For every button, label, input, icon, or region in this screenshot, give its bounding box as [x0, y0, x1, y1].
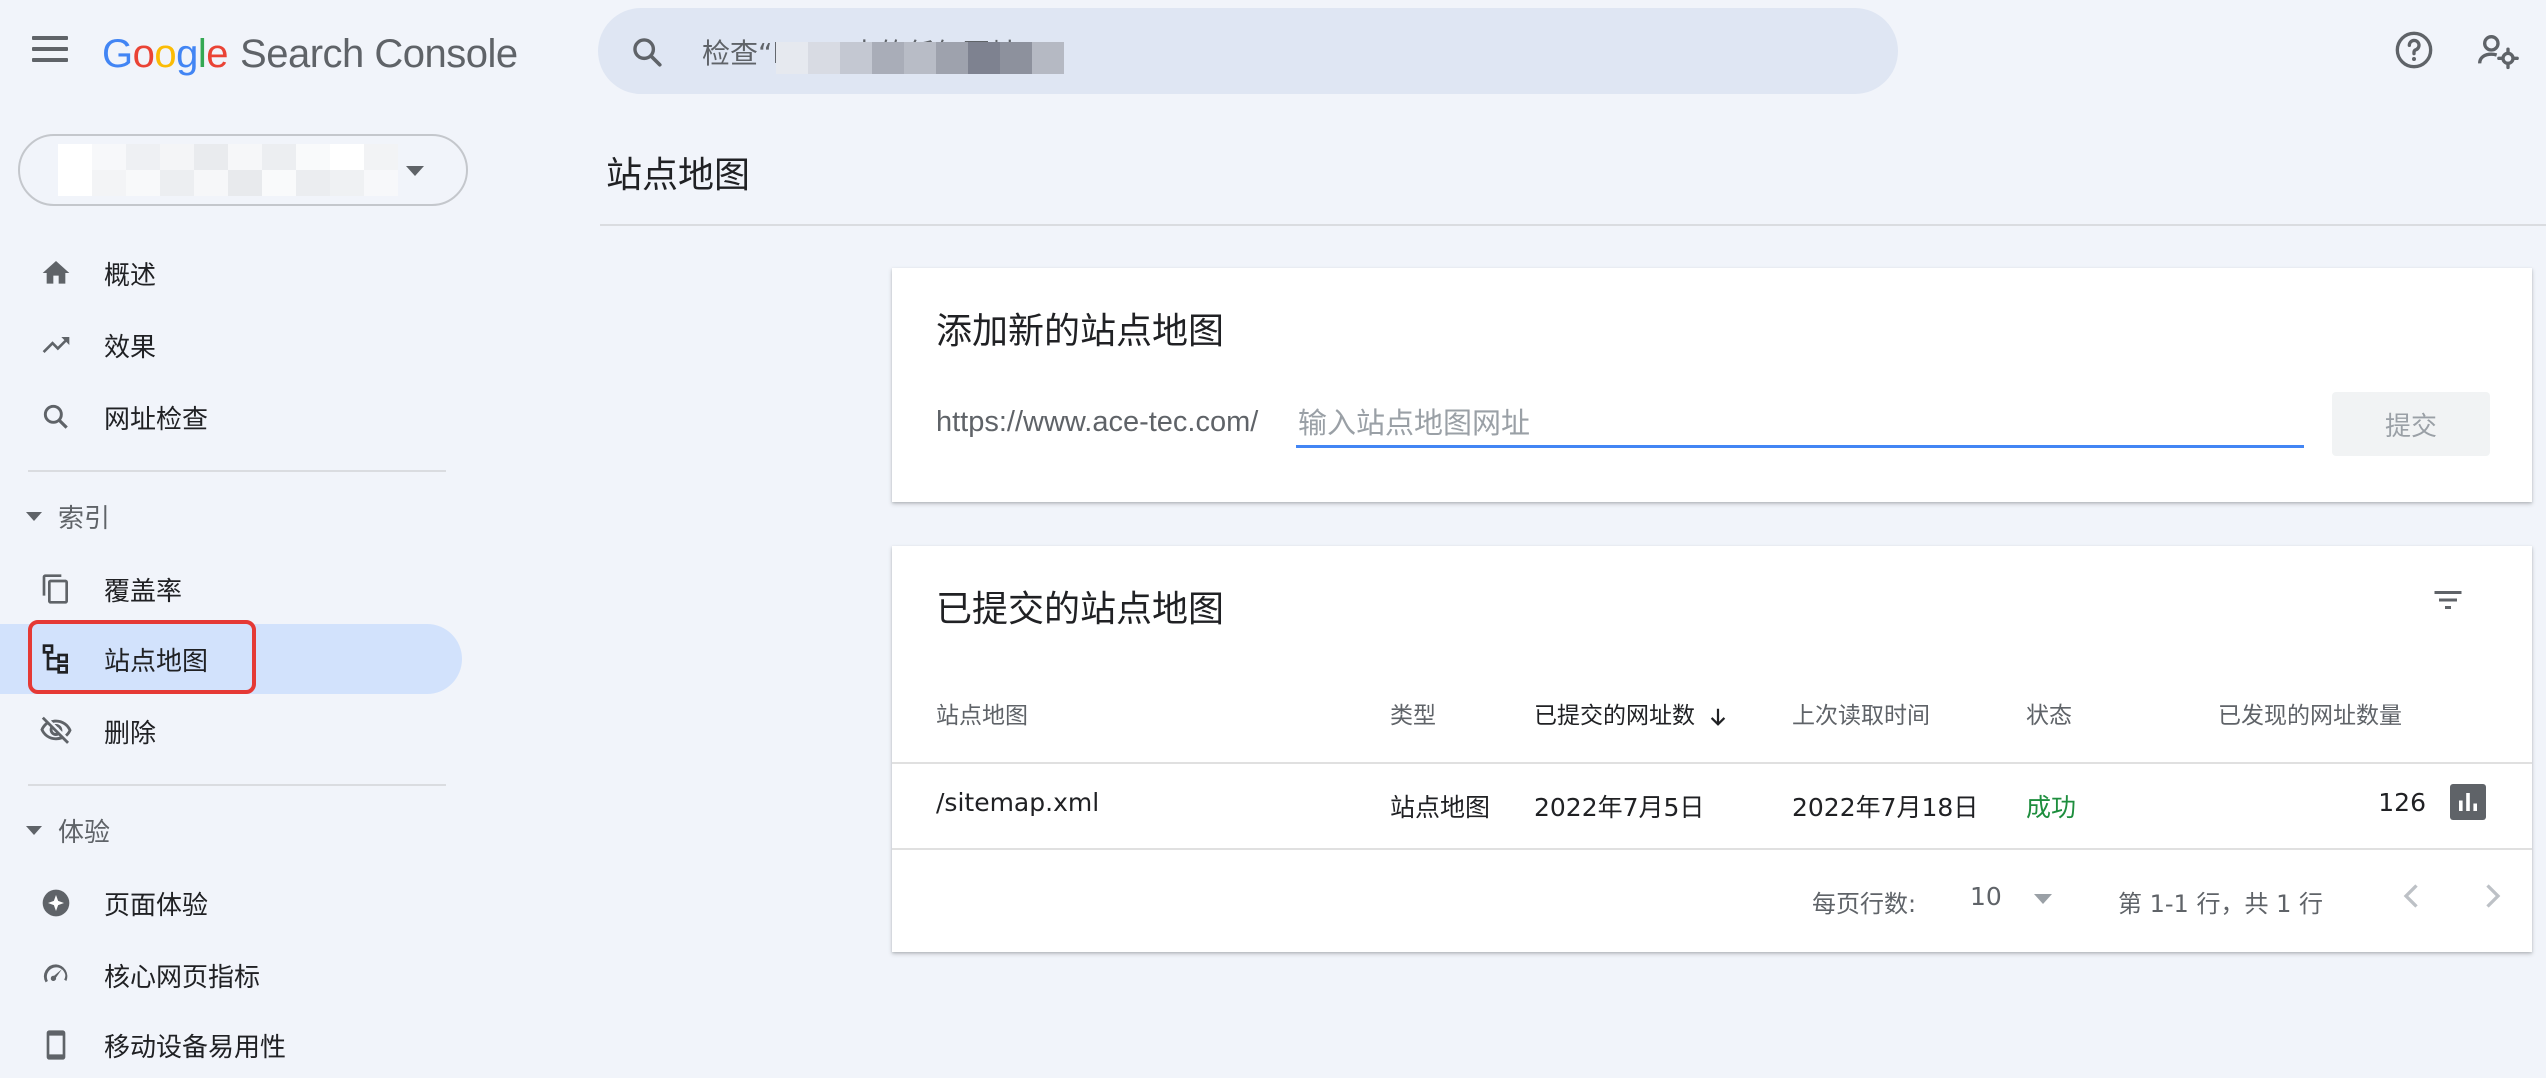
- sidebar-divider: [28, 470, 446, 472]
- arrow-down-icon: [1710, 708, 1726, 726]
- cell-submitted-date: 2022年7月5日: [1534, 793, 1705, 822]
- column-header-type[interactable]: 类型: [1390, 696, 1436, 730]
- add-sitemap-card: 添加新的站点地图 https://www.ace-tec.com/ 提交: [892, 268, 2532, 502]
- submit-button[interactable]: 提交: [2332, 392, 2490, 456]
- column-header-status[interactable]: 状态: [2026, 696, 2072, 730]
- sidebar-item-core-web-vitals[interactable]: 核心网页指标: [0, 940, 462, 1010]
- pagination-range: 第 1-1 行，共 1 行: [2118, 890, 2323, 918]
- sidebar-item-mobile-usability[interactable]: 移动设备易用性: [0, 1010, 462, 1078]
- url-inspection-search-bar[interactable]: 检查“h m/”中的任何网址: [598, 8, 1898, 94]
- chevron-left-icon[interactable]: [2394, 876, 2430, 916]
- redacted-property-name: [58, 144, 398, 196]
- google-search-console-logo[interactable]: Google Search Console: [102, 28, 518, 80]
- column-header-sitemap[interactable]: 站点地图: [936, 696, 1028, 730]
- menu-icon[interactable]: [32, 36, 68, 66]
- page-title: 站点地图: [606, 155, 751, 196]
- chevron-down-icon: [406, 166, 424, 176]
- sidebar-item-removals[interactable]: 删除: [0, 696, 462, 766]
- table-divider: [892, 762, 2532, 764]
- chevron-down-icon: [2034, 894, 2052, 904]
- sidebar-item-overview[interactable]: 概述: [0, 238, 462, 308]
- rows-per-page-label: 每页行数:: [1812, 890, 1917, 918]
- rows-per-page-select[interactable]: 10: [1970, 876, 2052, 916]
- search-icon: [38, 399, 74, 435]
- site-url-prefix: https://www.ace-tec.com/: [936, 406, 1259, 438]
- column-header-discovered-urls[interactable]: 已发现的网址数量: [2218, 696, 2402, 730]
- add-circle-icon: [38, 885, 74, 921]
- visibility-off-icon: [38, 713, 74, 749]
- cell-status: 成功: [2026, 793, 2077, 822]
- sidebar-item-sitemaps[interactable]: 站点地图: [0, 624, 462, 694]
- file-copy-icon: [38, 571, 74, 607]
- search-icon[interactable]: [630, 35, 664, 69]
- cell-sitemap: /sitemap.xml: [936, 788, 1100, 817]
- trending-up-icon: [38, 327, 74, 363]
- sidebar-divider: [28, 784, 446, 786]
- cell-type: 站点地图: [1390, 793, 1491, 822]
- help-icon[interactable]: [2394, 30, 2434, 70]
- sidebar-item-page-experience[interactable]: 页面体验: [0, 868, 462, 938]
- submitted-sitemaps-title: 已提交的站点地图: [936, 589, 1225, 630]
- title-divider: [600, 224, 2546, 226]
- column-header-submitted-urls[interactable]: 已提交的网址数: [1534, 696, 1729, 730]
- sitemap-url-input[interactable]: [1296, 400, 2304, 448]
- add-sitemap-title: 添加新的站点地图: [936, 311, 1225, 352]
- speed-gauge-icon: [38, 957, 74, 993]
- table-divider: [892, 848, 2532, 850]
- chevron-right-icon[interactable]: [2474, 876, 2510, 916]
- sidebar-section-experience[interactable]: 体验: [0, 800, 462, 860]
- cell-last-read: 2022年7月18日: [1792, 793, 1979, 822]
- bar-chart-icon[interactable]: [2450, 784, 2486, 820]
- manage-users-icon[interactable]: [2476, 30, 2520, 70]
- property-selector[interactable]: [18, 134, 468, 206]
- filter-icon[interactable]: [2428, 582, 2468, 618]
- column-header-last-read[interactable]: 上次读取时间: [1792, 696, 1930, 730]
- submitted-sitemaps-card: 已提交的站点地图 站点地图 类型 已提交的网址数 上次读取时间 状态 已发现的网…: [892, 546, 2532, 952]
- redacted-domain: [776, 42, 1064, 74]
- sidebar-item-coverage[interactable]: 覆盖率: [0, 554, 462, 624]
- sidebar-item-performance[interactable]: 效果: [0, 310, 462, 380]
- caret-down-icon: [26, 511, 42, 521]
- sidebar-section-index[interactable]: 索引: [0, 486, 462, 546]
- home-icon: [38, 255, 74, 291]
- sitemap-icon: [38, 641, 74, 677]
- cell-discovered-urls: 126: [2378, 788, 2426, 817]
- smartphone-icon: [38, 1027, 74, 1063]
- product-name: Search Console: [240, 31, 518, 76]
- sidebar-item-url-inspection[interactable]: 网址检查: [0, 382, 462, 452]
- caret-down-icon: [26, 825, 42, 835]
